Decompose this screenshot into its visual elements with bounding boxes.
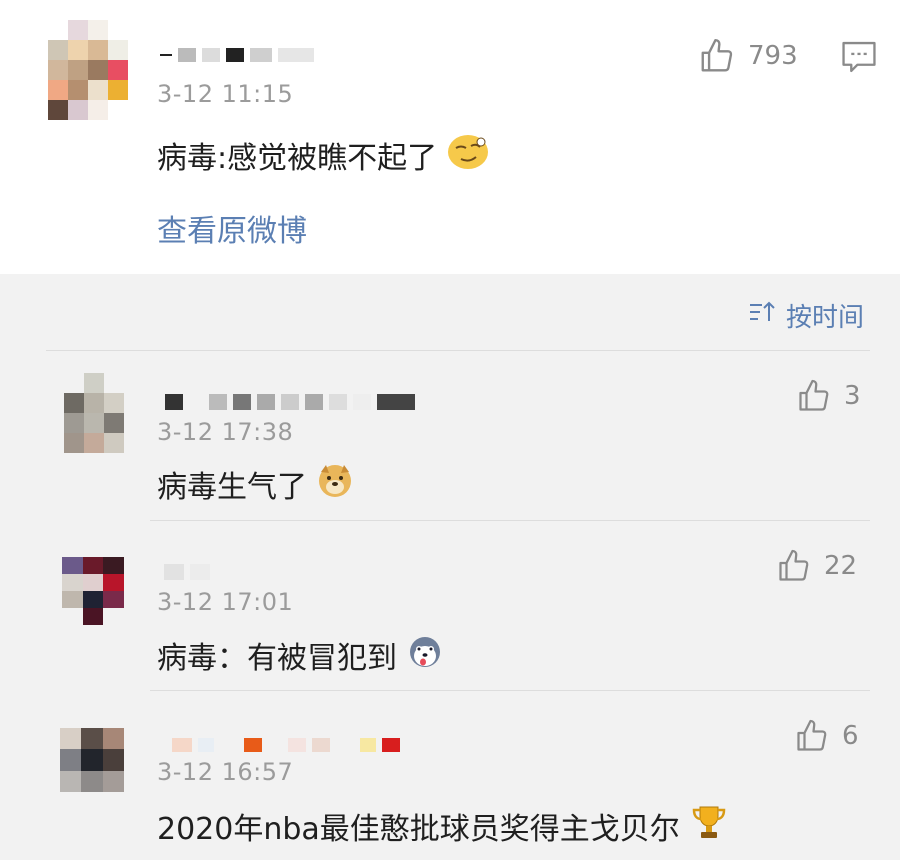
- post-text-content: 病毒:感觉被瞧不起了: [157, 141, 438, 176]
- avatar[interactable]: [48, 20, 128, 120]
- username-blurred[interactable]: [165, 394, 415, 410]
- thumbs-up-icon: [796, 378, 832, 414]
- comment-like-button[interactable]: 22: [776, 548, 857, 584]
- comment-like-count: 3: [844, 381, 861, 411]
- username-blurred[interactable]: [160, 48, 314, 62]
- post-like-button[interactable]: 793: [698, 37, 798, 75]
- husky-emoji-icon: [407, 633, 443, 677]
- divider: [150, 520, 870, 521]
- username-blurred[interactable]: [164, 564, 210, 580]
- comment-timestamp: 3-12 16:57: [157, 758, 294, 786]
- comment-like-button[interactable]: 3: [796, 378, 861, 414]
- comment-text-content: 病毒生气了: [157, 470, 307, 505]
- avatar[interactable]: [60, 728, 124, 792]
- avatar[interactable]: [64, 373, 124, 453]
- sort-toggle[interactable]: 按时间: [748, 297, 864, 334]
- divider: [46, 350, 870, 351]
- trophy-emoji-icon: [690, 803, 728, 849]
- comment-like-count: 22: [824, 551, 858, 581]
- original-post-card: 3-12 11:15 793 病毒:感觉被瞧不起了 查看原微博: [0, 0, 900, 274]
- comment-icon[interactable]: [840, 40, 878, 78]
- thumbs-up-icon: [776, 548, 812, 584]
- sort-icon: [748, 300, 776, 331]
- username-blurred[interactable]: [172, 738, 400, 752]
- smirk-emoji-icon: [447, 132, 489, 178]
- sort-label: 按时间: [785, 303, 864, 333]
- post-text: 病毒:感觉被瞧不起了: [157, 132, 489, 178]
- comment-text: 病毒：有被冒犯到: [157, 633, 443, 677]
- comment-text: 病毒生气了: [157, 462, 353, 506]
- post-like-count: 793: [748, 41, 798, 71]
- doge-emoji-icon: [317, 462, 353, 506]
- thumbs-up-icon: [698, 37, 736, 75]
- comment-timestamp: 3-12 17:38: [157, 418, 294, 446]
- comment-text-content: 2020年nba最佳憨批球员奖得主戈贝尔: [157, 812, 680, 847]
- comment-timestamp: 3-12 17:01: [157, 588, 294, 616]
- view-original-post-link[interactable]: 查看原微博: [157, 206, 307, 250]
- post-timestamp: 3-12 11:15: [157, 80, 294, 108]
- divider: [150, 690, 870, 691]
- comment-text: 2020年nba最佳憨批球员奖得主戈贝尔: [157, 803, 728, 849]
- comment-like-count: 6: [842, 721, 859, 751]
- comment-text-content: 病毒：有被冒犯到: [157, 641, 397, 676]
- avatar[interactable]: [62, 557, 124, 625]
- comment-like-button[interactable]: 6: [794, 718, 859, 754]
- thumbs-up-icon: [794, 718, 830, 754]
